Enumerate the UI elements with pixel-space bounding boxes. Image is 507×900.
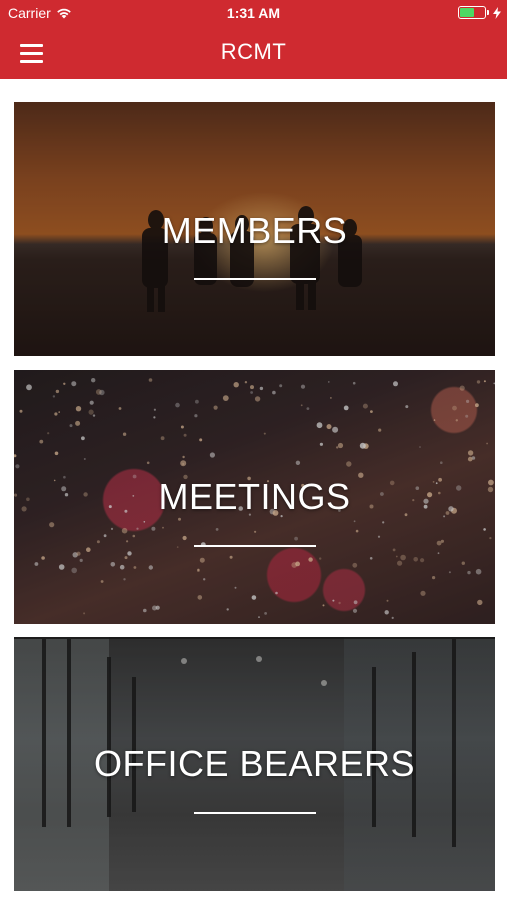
nav-bar: RCMT [0,28,507,79]
status-right [458,6,501,19]
office-bearers-card-title: OFFICE BEARERS [93,743,416,784]
office-bearers-card[interactable]: OFFICE BEARERS [14,637,495,891]
members-card[interactable]: MEMBERS [14,102,495,356]
members-card-underline [194,278,316,280]
battery-level [460,8,474,17]
meetings-card-title: MEETINGS [158,476,351,517]
meetings-card-underline [194,545,316,547]
office-bearers-card-underline [194,812,316,814]
members-card-title: MEMBERS [161,210,348,251]
app-header: Carrier 1:31 AM RCMT [0,0,507,79]
charging-bolt-icon [493,6,501,19]
battery-icon [458,6,489,19]
page-title: RCMT [220,39,287,64]
status-time: 1:31 AM [226,5,281,21]
meetings-card[interactable]: MEETINGS [14,370,495,624]
status-bar: Carrier 1:31 AM [0,0,507,28]
